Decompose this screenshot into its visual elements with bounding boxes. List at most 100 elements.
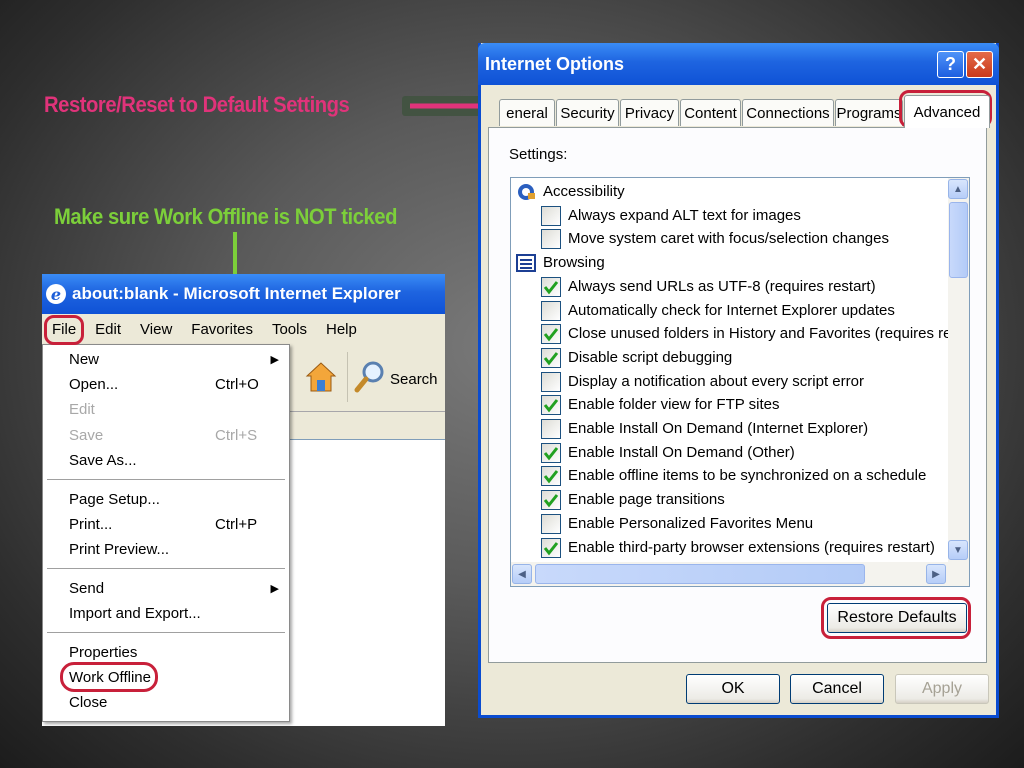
accessibility-icon (516, 183, 536, 201)
menu-item-label: Properties (69, 644, 138, 661)
checkmark-icon (543, 328, 559, 342)
menu-item-label: New (69, 351, 100, 368)
highlight-ring-file-menu (44, 315, 84, 345)
checkbox-unchecked[interactable] (541, 371, 561, 392)
scroll-thumb[interactable] (949, 202, 968, 278)
menu-edit[interactable]: Edit (89, 319, 127, 340)
checkbox-checked[interactable] (541, 324, 561, 345)
menu-item-label: Send (69, 580, 105, 597)
checkbox-checked[interactable] (541, 276, 561, 297)
search-button[interactable]: Search (354, 360, 438, 399)
menu-shortcut: Ctrl+S (215, 427, 258, 444)
checkmark-icon (543, 399, 559, 413)
menu-item-close[interactable]: Close (43, 691, 289, 715)
checkbox-unchecked[interactable] (541, 419, 561, 439)
settings-category-label: Accessibility (543, 183, 625, 200)
scroll-left-icon[interactable]: ◀ (512, 564, 532, 584)
ok-button[interactable]: OK (686, 674, 780, 704)
checkbox-unchecked[interactable] (541, 300, 561, 321)
settings-category-label: Browsing (543, 254, 605, 272)
settings-list[interactable]: Accessibility Always expand ALT text for … (510, 177, 970, 587)
menu-favorites[interactable]: Favorites (185, 319, 259, 340)
menu-item-save: Save Ctrl+S (43, 424, 289, 448)
internet-options-dialog: Internet Options ? ✕ eneral Security Pri… (478, 43, 999, 718)
cancel-button[interactable]: Cancel (790, 674, 884, 704)
menu-item-label: Edit (69, 401, 95, 418)
home-icon[interactable] (304, 360, 338, 394)
vertical-scrollbar[interactable]: ▲ ▼ (948, 178, 969, 562)
close-button[interactable]: ✕ (966, 51, 993, 78)
menu-item-open[interactable]: Open... Ctrl+O (43, 373, 289, 397)
menu-item-print[interactable]: Print... Ctrl+P (43, 513, 289, 537)
checkbox-checked[interactable] (541, 490, 561, 511)
checkmark-icon (543, 541, 559, 555)
menu-item-import-export[interactable]: Import and Export... (43, 602, 289, 626)
settings-option-label: Enable offline items to be synchronized … (568, 467, 927, 485)
menu-item-send[interactable]: Send ▶ (43, 577, 289, 601)
scroll-up-icon[interactable]: ▲ (948, 179, 968, 199)
menu-item-print-preview[interactable]: Print Preview... (43, 538, 289, 562)
menu-shortcut: Ctrl+O (215, 376, 259, 393)
settings-option-label: Enable page transitions (568, 491, 725, 509)
scroll-right-icon[interactable]: ▶ (926, 564, 946, 584)
menu-view[interactable]: View (134, 319, 178, 340)
menu-separator (47, 479, 285, 481)
checkbox-checked[interactable] (541, 442, 561, 463)
menu-item-label: Print Preview... (69, 541, 170, 558)
settings-option-label: Enable folder view for FTP sites (568, 396, 780, 414)
dialog-titlebar[interactable]: Internet Options ? ✕ (478, 43, 999, 85)
checkmark-icon (543, 280, 559, 295)
menu-help[interactable]: Help (320, 319, 363, 340)
search-icon (354, 360, 386, 399)
highlight-ring-restore-defaults (821, 597, 971, 639)
checkbox-checked[interactable] (541, 466, 561, 487)
checkmark-icon (543, 446, 559, 461)
tab-connections[interactable]: Connections (742, 99, 834, 126)
submenu-arrow-icon: ▶ (270, 583, 279, 595)
menu-item-label: Open... (69, 376, 119, 393)
checkbox-checked[interactable] (541, 395, 561, 416)
internet-explorer-icon: e (46, 284, 66, 304)
menu-item-page-setup[interactable]: Page Setup... (43, 488, 289, 512)
menu-separator (47, 632, 285, 634)
settings-option-label: Always send URLs as UTF-8 (requires rest… (568, 277, 876, 295)
settings-option-label: Move system caret with focus/selection c… (568, 230, 889, 248)
menu-tools[interactable]: Tools (266, 319, 313, 340)
checkbox-unchecked[interactable] (541, 513, 561, 534)
help-button[interactable]: ? (937, 51, 964, 78)
highlight-ring-work-offline (60, 662, 158, 692)
menu-item-new[interactable]: New ▶ (43, 348, 289, 372)
menu-item-edit: Edit (43, 398, 289, 422)
checkmark-icon (543, 494, 559, 508)
settings-option-label: Display a notification about every scrip… (568, 372, 864, 390)
checkbox-unchecked[interactable] (541, 229, 561, 250)
submenu-arrow-icon: ▶ (270, 354, 279, 366)
checkbox-checked[interactable] (541, 347, 561, 368)
settings-option-label: Close unused folders in History and Favo… (568, 325, 970, 343)
checkbox-unchecked[interactable] (541, 205, 561, 226)
menu-item-save-as[interactable]: Save As... (43, 449, 289, 473)
ie-window-title: about:blank - Microsoft Internet Explore… (72, 284, 401, 303)
settings-option-label: Enable Install On Demand (Internet Explo… (568, 420, 869, 437)
close-icon: ✕ (971, 54, 988, 74)
settings-option-label: Automatically check for Internet Explore… (568, 301, 895, 319)
tab-programs[interactable]: Programs (835, 99, 903, 126)
settings-option-label: Enable third-party browser extensions (r… (568, 538, 935, 556)
menu-item-label: Save (69, 427, 104, 444)
toolbar-divider (347, 352, 348, 402)
tab-general[interactable]: eneral (499, 99, 555, 126)
help-icon: ? (945, 54, 956, 74)
scroll-thumb-horizontal[interactable] (535, 564, 865, 584)
ie-titlebar[interactable]: e about:blank - Microsoft Internet Explo… (42, 274, 445, 314)
horizontal-scrollbar[interactable]: ◀ ▶ (511, 562, 969, 586)
tab-content[interactable]: Content (680, 99, 741, 126)
scroll-down-icon[interactable]: ▼ (948, 540, 968, 560)
settings-option-label: Always expand ALT text for images (568, 206, 801, 224)
tab-security[interactable]: Security (556, 99, 619, 126)
menu-item-label: Import and Export... (69, 605, 201, 622)
checkbox-checked[interactable] (541, 537, 561, 558)
browsing-icon (516, 254, 536, 273)
tab-privacy[interactable]: Privacy (620, 99, 679, 126)
tab-advanced[interactable]: Advanced (904, 95, 990, 128)
search-label: Search (390, 371, 438, 388)
